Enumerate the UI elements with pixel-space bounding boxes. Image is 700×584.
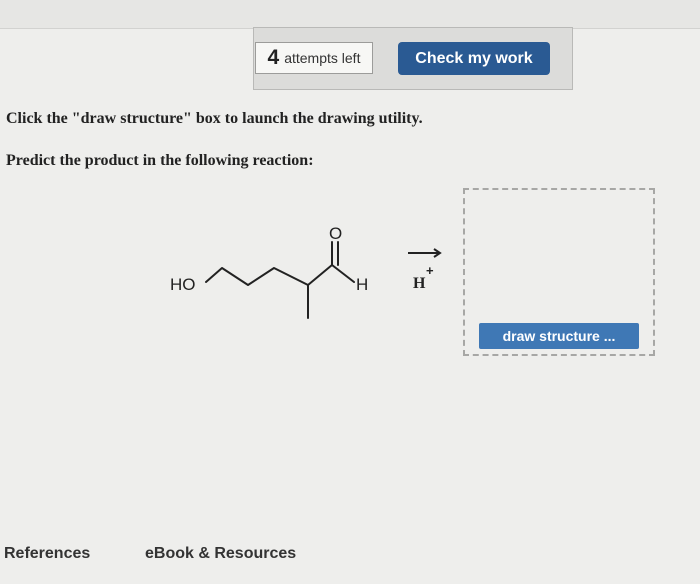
instruction-predict-product: Predict the product in the following rea… (6, 152, 314, 169)
attempts-indicator: 4 attempts left (255, 42, 373, 74)
acid-reagent-label: H (413, 275, 426, 292)
carbon-chain-bond (205, 264, 355, 286)
instruction-draw-structure: Click the "draw structure" box to launch… (6, 110, 423, 127)
attempts-label: attempts left (284, 50, 361, 66)
acid-reagent-charge: + (426, 263, 434, 278)
oxygen-label: O (329, 224, 342, 243)
attempts-count: 4 (267, 46, 280, 69)
reaction-arrow: H + (408, 248, 442, 292)
hydroxyl-label: HO (170, 275, 196, 294)
check-my-work-button[interactable]: Check my work (398, 42, 550, 75)
references-link[interactable]: References (4, 545, 90, 563)
aldehyde-hydrogen-label: H (356, 275, 368, 294)
top-band (0, 0, 700, 29)
draw-structure-button[interactable]: draw structure ... (479, 323, 639, 349)
ebook-resources-link[interactable]: eBook & Resources (145, 545, 296, 563)
